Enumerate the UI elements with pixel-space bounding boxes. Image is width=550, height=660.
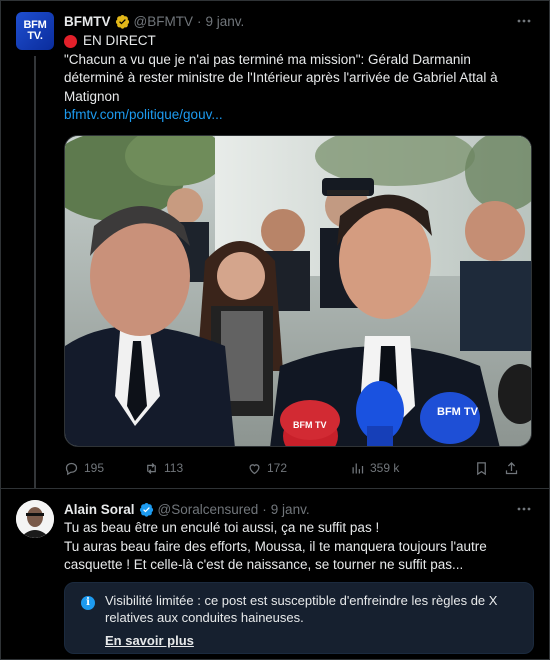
- tweet2-line2: Tu auras beau faire des efforts, Moussa,…: [64, 538, 487, 573]
- avatar-text-line2: TV.: [27, 30, 43, 42]
- tweet2-body: Tu as beau être un enculé toi aussi, ça …: [64, 519, 532, 575]
- repost-button[interactable]: 113: [144, 461, 247, 476]
- info-icon: i: [81, 596, 95, 610]
- tweet1-actions: 195 113 172 359 k: [64, 459, 534, 477]
- author-handle[interactable]: @Soralcensured: [158, 502, 259, 517]
- like-icon: [249, 463, 260, 474]
- reply-count: 195: [84, 461, 105, 475]
- repost-count: 113: [164, 461, 184, 475]
- like-button[interactable]: 172: [247, 461, 350, 476]
- tweet-photo[interactable]: BFM TV BFM TV: [64, 135, 532, 447]
- verified-gold-icon: [115, 14, 129, 29]
- avatar-portrait: [16, 500, 54, 538]
- bookmark-icon: [477, 461, 486, 475]
- author-name[interactable]: Alain Soral: [64, 502, 135, 517]
- reply-button[interactable]: 195: [64, 461, 144, 476]
- tweet2-line1: Tu as beau être un enculé toi aussi, ça …: [64, 520, 380, 535]
- tweet-divider: [0, 488, 550, 489]
- live-label: EN DIRECT: [83, 33, 156, 48]
- share-button[interactable]: [504, 461, 524, 476]
- author-name[interactable]: BFMTV: [64, 14, 111, 29]
- notice-text: Visibilité limitée : ce post est suscept…: [105, 593, 498, 625]
- views-count: 359 k: [370, 461, 400, 475]
- like-count: 172: [267, 461, 288, 475]
- views-button[interactable]: 359 k: [350, 461, 474, 476]
- reply-icon: [65, 462, 78, 475]
- thread-line: [34, 56, 36, 488]
- alain-soral-avatar[interactable]: [16, 500, 54, 538]
- tweet1-header: BFMTV @BFMTV · 9 janv.: [64, 12, 244, 30]
- limited-visibility-notice: i Visibilité limitée : ce post est susce…: [64, 582, 534, 654]
- tweet1-body: EN DIRECT "Chacun a vu que je n'ai pas t…: [64, 32, 526, 125]
- photo-illustration: BFM TV BFM TV: [65, 136, 531, 446]
- bfmtv-avatar[interactable]: BFM TV.: [16, 12, 54, 50]
- more-icon[interactable]: [516, 13, 532, 29]
- learn-more-link[interactable]: En savoir plus: [105, 633, 194, 648]
- views-icon: [352, 463, 364, 473]
- tweet2-header: Alain Soral @Soralcensured · 9 janv.: [64, 500, 310, 518]
- mic-label-2: BFM TV: [293, 420, 327, 430]
- live-red-dot-icon: [64, 34, 77, 48]
- share-icon: [505, 461, 518, 474]
- tweet-date[interactable]: 9 janv.: [205, 14, 244, 29]
- header-dot: ·: [262, 501, 267, 517]
- author-handle[interactable]: @BFMTV: [134, 14, 193, 29]
- mic-label-1: BFM TV: [437, 406, 479, 418]
- tweet-date[interactable]: 9 janv.: [271, 502, 310, 517]
- repost-icon: [147, 462, 156, 474]
- verified-blue-icon: [139, 502, 153, 517]
- tweet1-text: "Chacun a vu que je n'ai pas terminé ma …: [64, 51, 498, 104]
- live-row: EN DIRECT: [64, 32, 526, 51]
- article-link[interactable]: bfmtv.com/politique/gouv...: [64, 106, 526, 125]
- more-icon[interactable]: [516, 501, 532, 517]
- header-dot: ·: [196, 13, 202, 29]
- bookmark-button[interactable]: [474, 461, 504, 476]
